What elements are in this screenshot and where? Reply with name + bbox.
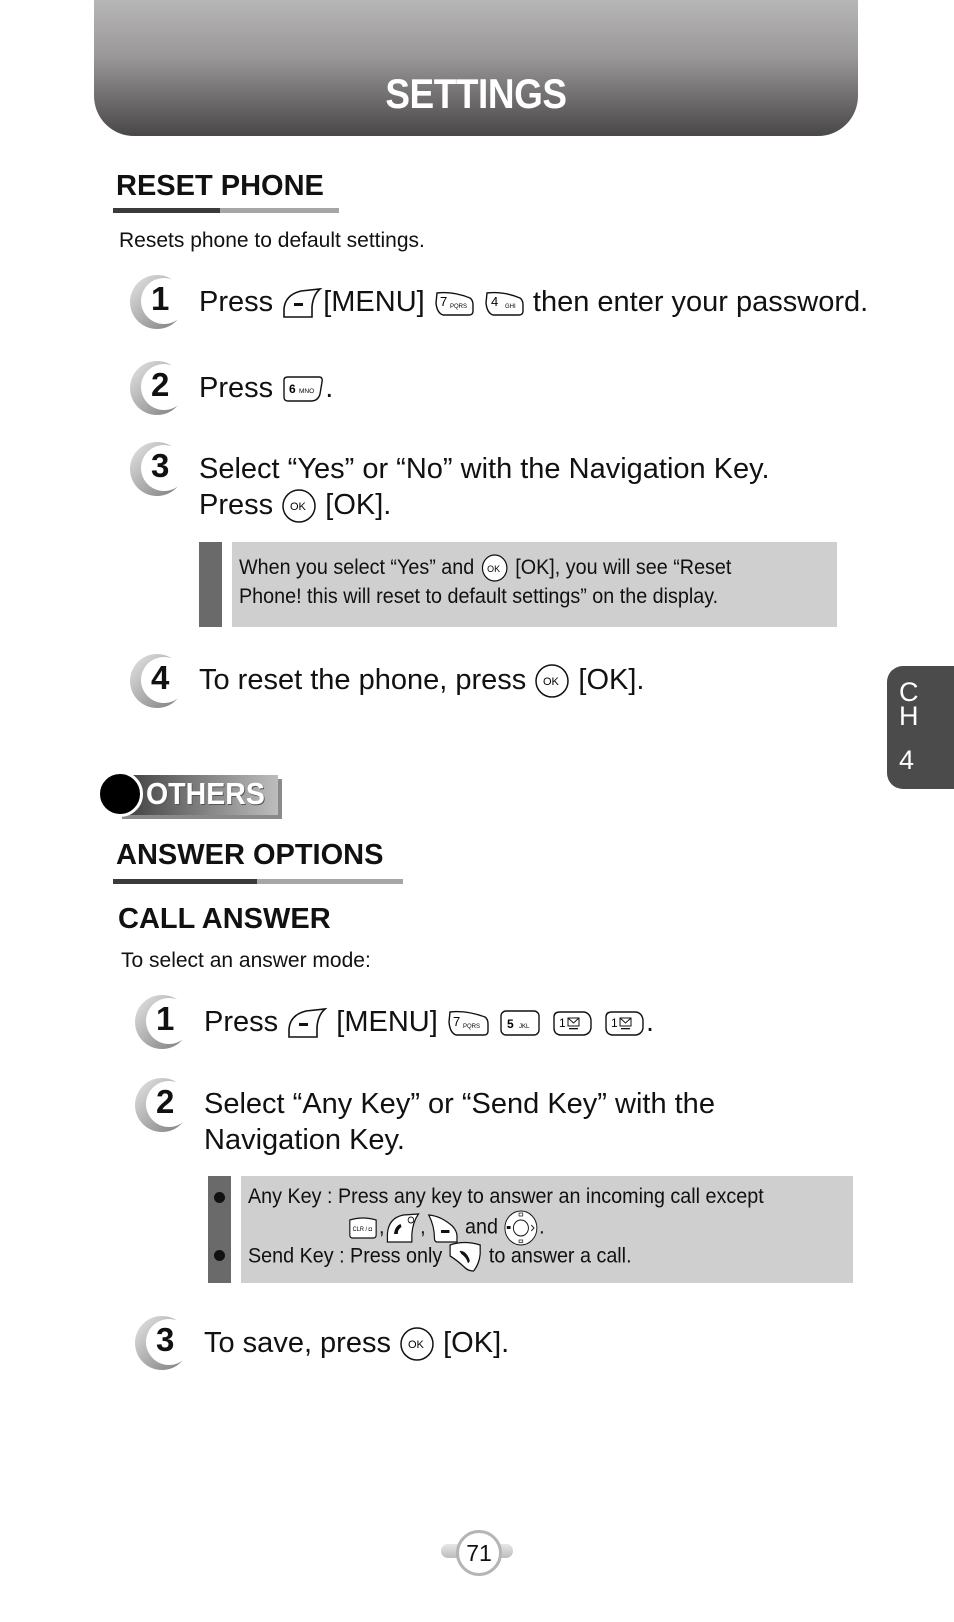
- section-title-reset-phone: RESET PHONE: [116, 170, 324, 202]
- ok-key-icon: OK: [534, 663, 570, 699]
- step-badge-3: 3: [129, 441, 185, 497]
- key-1-voicemail-icon: 1: [550, 1008, 594, 1038]
- svg-text:OK: OK: [543, 676, 560, 688]
- svg-text:OK: OK: [408, 1339, 425, 1351]
- step-number: 3: [156, 1321, 175, 1358]
- end-period: .: [539, 1215, 545, 1239]
- svg-text:PQRS: PQRS: [450, 304, 467, 310]
- send-key-text: Send Key : Press only: [248, 1244, 443, 1268]
- send-key-line: Send Key : Press only to answer a call.: [248, 1240, 632, 1274]
- left-softkey-icon: [281, 287, 323, 319]
- ok-key-icon: OK: [281, 488, 317, 524]
- svg-text:4: 4: [491, 294, 498, 309]
- chapter-tab-number: 4: [899, 745, 915, 775]
- others-label: OTHERS: [146, 776, 265, 811]
- step-text-menu: [MENU]: [323, 286, 425, 318]
- step-3-line-1: Select “Yes” or “No” with the Navigation…: [199, 453, 770, 485]
- svg-text:5: 5: [507, 1017, 514, 1031]
- clr-camera-key-icon: CLR / ◘: [347, 1215, 379, 1241]
- step-number: 3: [151, 447, 170, 484]
- step-badge-4: 4: [129, 653, 185, 709]
- section-title-answer-options: ANSWER OPTIONS: [116, 839, 384, 871]
- subsection-title-call-answer: CALL ANSWER: [118, 903, 331, 935]
- key-7-pqrs-icon: 7 PQRS: [446, 1008, 490, 1038]
- others-step-1-text: Press [MENU] 7 PQRS 5 JKL 1 1.: [204, 1004, 654, 1040]
- svg-text:7: 7: [440, 294, 447, 309]
- step-text-press: Press: [204, 1006, 279, 1038]
- others-bullet-icon: [97, 771, 143, 817]
- step-text-press: Press: [199, 372, 274, 404]
- note-text: When you select “Yes” and: [239, 556, 475, 579]
- key-6-mno-icon: 6 MNO: [281, 374, 325, 404]
- and-text: and: [464, 1215, 498, 1239]
- step-2-text: Press 6 MNO.: [199, 370, 333, 406]
- svg-text:6: 6: [289, 382, 296, 396]
- step-badge-1: 1: [129, 274, 185, 330]
- others-step-3-text: To save, press OK [OK].: [204, 1325, 509, 1362]
- step-text-menu: [MENU]: [336, 1006, 438, 1038]
- send-key-text: to answer a call.: [488, 1244, 632, 1268]
- key-1-voicemail-icon: 1: [602, 1008, 646, 1038]
- note-text: [OK], you will see “Reset: [515, 556, 732, 579]
- svg-text:7: 7: [453, 1014, 460, 1029]
- svg-text:OK: OK: [487, 564, 501, 574]
- svg-text:MNO: MNO: [299, 388, 314, 395]
- svg-text:PQRS: PQRS: [463, 1024, 480, 1030]
- section-underline: [113, 879, 403, 884]
- chapter-tab[interactable]: C H 4: [887, 666, 954, 789]
- step-number: 1: [156, 1000, 175, 1037]
- step-3-line-2: Press OK [OK].: [199, 487, 391, 524]
- section-underline: [113, 208, 339, 213]
- others-step-2-line-1: Select “Any Key” or “Send Key” with the: [204, 1088, 715, 1120]
- step-badge-3: 3: [134, 1315, 190, 1371]
- svg-text:1: 1: [611, 1016, 618, 1030]
- step-text-end: .: [325, 372, 334, 404]
- step-number: 2: [151, 366, 170, 403]
- step-text-press: Press: [199, 286, 274, 318]
- step-text-ok: [OK].: [325, 489, 392, 521]
- key-7-pqrs-icon: 7 PQRS: [433, 289, 475, 317]
- chapter-tab-letter-h: H: [899, 701, 919, 731]
- svg-text:JKL: JKL: [519, 1024, 530, 1030]
- step-text-ok: [OK].: [578, 664, 645, 696]
- note-line-1: When you select “Yes” and OK [OK], you w…: [239, 553, 731, 583]
- any-key-line-1: Any Key : Press any key to answer an inc…: [248, 1185, 764, 1208]
- svg-text:GHI: GHI: [505, 304, 516, 310]
- svg-text:CLR / ◘: CLR / ◘: [353, 1227, 373, 1233]
- step-number: 4: [151, 659, 170, 696]
- subsection-description: To select an answer mode:: [121, 949, 371, 972]
- note-line-2: Phone! this will reset to default settin…: [239, 585, 719, 608]
- section-description: Resets phone to default settings.: [119, 229, 425, 252]
- ok-key-icon: OK: [399, 1326, 435, 1362]
- step-text-end: .: [646, 1006, 655, 1038]
- svg-text:OK: OK: [290, 501, 307, 513]
- page-number: 71: [456, 1530, 502, 1576]
- step-4-text: To reset the phone, press OK [OK].: [199, 662, 644, 699]
- send-key-icon: [448, 1240, 484, 1274]
- page-number-badge: 71: [441, 1530, 513, 1576]
- step-badge-1: 1: [134, 994, 190, 1050]
- step-number: 2: [156, 1083, 175, 1120]
- left-softkey-icon: [286, 1007, 328, 1039]
- key-5-jkl-icon: 5 JKL: [498, 1008, 542, 1038]
- ok-key-icon: OK: [480, 553, 510, 583]
- step-number: 1: [151, 280, 170, 317]
- step-text-ok: [OK].: [443, 1327, 510, 1359]
- step-text-rest: then enter your password.: [532, 286, 869, 318]
- bullet-icon: [214, 1192, 225, 1203]
- step-badge-2: 2: [134, 1077, 190, 1133]
- svg-text:1: 1: [559, 1016, 566, 1030]
- bullet-icon: [214, 1250, 225, 1261]
- step-text-press: Press: [199, 489, 274, 521]
- step-text: To save, press: [204, 1327, 391, 1359]
- step-1-text: Press [MENU] 7 PQRS 4 GHI then enter your …: [199, 284, 868, 320]
- others-step-2-line-2: Navigation Key.: [204, 1124, 405, 1156]
- note-sidebar: [199, 542, 222, 627]
- page-title: SETTINGS: [385, 70, 567, 117]
- key-4-ghi-icon: 4 GHI: [483, 289, 525, 317]
- step-badge-2: 2: [129, 360, 185, 416]
- step-text: To reset the phone, press: [199, 664, 527, 696]
